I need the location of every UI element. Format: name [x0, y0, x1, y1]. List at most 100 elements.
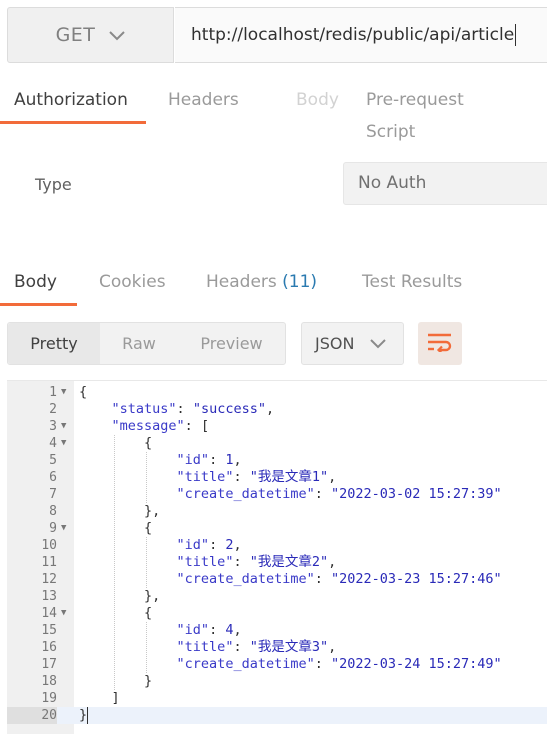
code-line: 8 }, [7, 503, 547, 520]
line-number: 10 [41, 538, 57, 553]
code-text: "status": "success", [111, 401, 275, 417]
url-input[interactable]: http://localhost/redis/public/api/articl… [175, 7, 547, 63]
view-mode-toggle: Pretty Raw Preview [7, 322, 286, 365]
response-body-editor[interactable]: 1 ▼{2 "status": "success", 3 ▼ "message": [… [7, 380, 547, 734]
line-number: 17 [41, 657, 57, 672]
response-tab-label: Cookies [99, 272, 166, 292]
line-number: 1 [49, 385, 57, 400]
auth-type-select[interactable]: No Auth [343, 162, 547, 205]
line-number: 8 [49, 504, 57, 519]
fold-arrow-icon[interactable]: ▼ [61, 435, 66, 452]
line-number: 13 [41, 589, 57, 604]
code-text: { [144, 605, 153, 621]
chevron-down-icon [370, 334, 387, 353]
format-label: JSON [315, 334, 355, 353]
code-text: "create_datetime": "2022-03-23 15:27:46" [176, 571, 502, 587]
method-label: GET [55, 24, 96, 46]
code-text: ] [111, 690, 120, 706]
code-text: { [144, 435, 153, 451]
view-mode-pretty[interactable]: Pretty [8, 323, 100, 364]
response-tab-body[interactable]: Body [0, 266, 77, 306]
code-text: "id": 1, [176, 452, 242, 468]
line-number: 4 [49, 436, 57, 451]
response-tabs: Body Cookies Headers (11) Test Results [0, 266, 547, 306]
method-select[interactable]: GET [7, 7, 174, 63]
indent-guide [146, 622, 148, 673]
text-caret [515, 24, 517, 46]
format-select[interactable]: JSON [301, 322, 404, 365]
request-tab-pre-request-script[interactable]: Pre-request Script [344, 84, 514, 142]
code-line: 6 "title": "我是文章1", [7, 469, 547, 486]
code-line: 7 "create_datetime": "2022-03-02 15:27:3… [7, 486, 547, 503]
view-mode-preview[interactable]: Preview [178, 323, 285, 364]
text-caret [87, 707, 88, 724]
chevron-down-icon [109, 26, 126, 45]
line-number: 16 [41, 640, 57, 655]
line-number: 19 [41, 691, 57, 706]
line-number: 15 [41, 623, 57, 638]
code-line: 4 ▼ { [7, 435, 547, 452]
code-line: 17 "create_datetime": "2022-03-24 15:27:… [7, 656, 547, 673]
code-text: "title": "我是文章1", [176, 469, 337, 485]
fold-arrow-icon[interactable]: ▼ [61, 384, 66, 401]
wrap-lines-icon [427, 332, 453, 356]
line-number: 18 [41, 674, 57, 689]
code-line: 18 } [7, 673, 547, 690]
code-text: }, [144, 588, 161, 604]
view-mode-raw[interactable]: Raw [100, 323, 178, 364]
line-number: 20 [7, 707, 57, 724]
line-number: 6 [49, 470, 57, 485]
code-text: } [79, 707, 88, 723]
response-tab-test-results[interactable]: Test Results [340, 266, 490, 306]
code-text: { [144, 520, 153, 536]
fold-arrow-icon[interactable]: ▼ [61, 418, 66, 435]
code-text: "id": 2, [176, 537, 242, 553]
line-number: 12 [41, 572, 57, 587]
code-line: 9 ▼ { [7, 520, 547, 537]
code-line: 11 "title": "我是文章2", [7, 554, 547, 571]
code-text: { [79, 384, 88, 400]
code-text: "title": "我是文章3", [176, 639, 337, 655]
code-line: 14 ▼ { [7, 605, 547, 622]
code-line: 3 ▼ "message": [ [7, 418, 547, 435]
line-number: 5 [49, 453, 57, 468]
code-line: 16 "title": "我是文章3", [7, 639, 547, 656]
url-text: http://localhost/redis/public/api/articl… [191, 25, 515, 45]
code-line: 2 "status": "success", [7, 401, 547, 418]
code-text: "message": [ [111, 418, 210, 434]
fold-arrow-icon[interactable]: ▼ [61, 520, 66, 537]
indent-guide [146, 537, 148, 588]
response-tab-label: Body [14, 272, 57, 292]
code-line: 13 }, [7, 588, 547, 605]
code-text: }, [144, 503, 161, 519]
line-number: 7 [49, 487, 57, 502]
code-text: "id": 4, [176, 622, 242, 638]
code-text: "create_datetime": "2022-03-24 15:27:49" [176, 656, 502, 672]
response-tab-headers[interactable]: Headers (11) [184, 266, 340, 306]
response-tab-cookies[interactable]: Cookies [77, 266, 184, 306]
code-line: 1 ▼ { [7, 384, 547, 401]
line-number: 11 [41, 555, 57, 570]
code-text: "title": "我是文章2", [176, 554, 337, 570]
code-line: 19 ] [7, 690, 547, 707]
response-tab-label: Test Results [362, 272, 463, 292]
request-tab-headers[interactable]: Headers [146, 84, 274, 124]
code-line: 20} [7, 707, 547, 724]
code-text: } [144, 673, 153, 689]
wrap-lines-button[interactable] [418, 322, 462, 365]
indent-guide [113, 435, 115, 690]
line-number: 9 [49, 521, 57, 536]
line-number: 2 [49, 402, 57, 417]
code-line: 12 "create_datetime": "2022-03-23 15:27:… [7, 571, 547, 588]
code-line: 5 "id": 1, [7, 452, 547, 469]
request-tab-authorization[interactable]: Authorization [0, 84, 146, 124]
line-number: 3 [49, 419, 57, 434]
request-tab-body[interactable]: Body [274, 84, 344, 124]
request-tabs: Authorization Headers Body Pre-request Scri… [0, 84, 547, 142]
headers-count-badge: (11) [282, 272, 318, 292]
auth-type-label: Type [35, 175, 72, 194]
code-line: 10 "id": 2, [7, 537, 547, 554]
line-number: 14 [41, 606, 57, 621]
code-text: "create_datetime": "2022-03-02 15:27:39" [176, 486, 502, 502]
fold-arrow-icon[interactable]: ▼ [61, 605, 66, 622]
